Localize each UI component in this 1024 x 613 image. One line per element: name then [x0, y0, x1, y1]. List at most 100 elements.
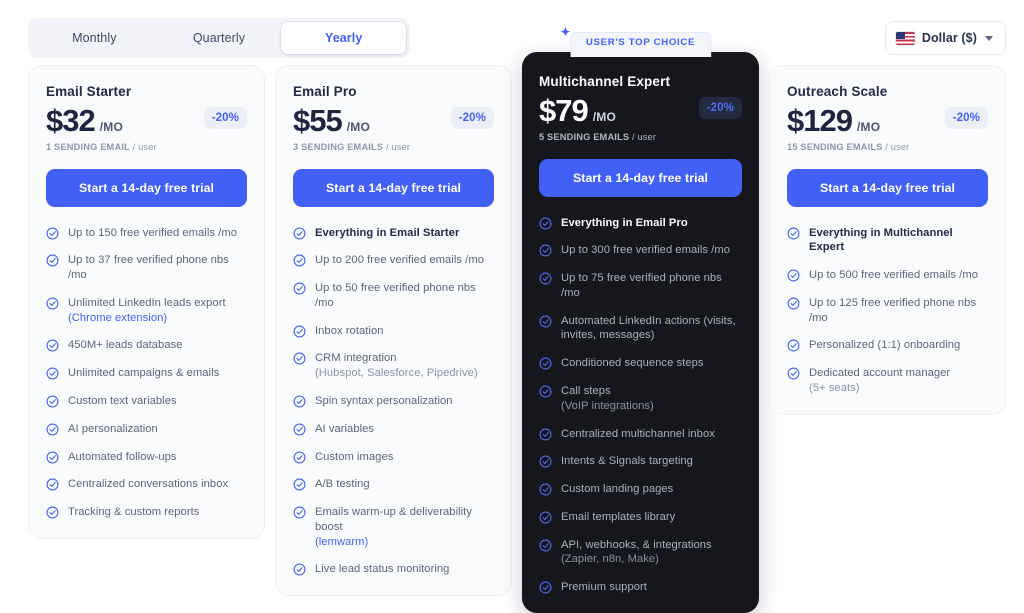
check-circle-icon: [539, 428, 552, 441]
feature-label: Custom text variables: [68, 395, 177, 408]
currency-selector[interactable]: Dollar ($): [884, 21, 1006, 55]
feature-item: Premium support: [539, 580, 742, 595]
feature-item: Everything in Email Starter: [293, 226, 494, 241]
feature-sublabel: (Chrome extension): [68, 311, 168, 324]
feature-label: Up to 200 free verified emails /mo: [315, 254, 484, 267]
feature-label: CRM integration (Hubspot, Salesforce, Pip…: [315, 352, 478, 380]
check-circle-icon: [787, 269, 800, 282]
start-free-trial-button[interactable]: Start a 14-day free trial: [539, 158, 742, 197]
feature-item: Centralized conversations inbox: [46, 477, 247, 492]
check-circle-icon: [787, 227, 800, 240]
feature-item: Live lead status monitoring: [293, 562, 494, 577]
billing-period-tabs[interactable]: Monthly Quarterly Yearly: [28, 18, 410, 58]
check-circle-icon: [46, 339, 59, 352]
discount-badge: -20%: [944, 107, 988, 129]
feature-sublabel: (VoIP integrations): [561, 399, 654, 412]
price-row: $32/MO -20%: [46, 103, 247, 138]
feature-label: 450M+ leads database: [68, 339, 183, 352]
plan-price-period: /MO: [592, 110, 616, 124]
pricing-card-email-starter: Email Starter $32/MO -20% 1 SENDING EMAIL /…: [28, 65, 265, 539]
feature-item: Personalized (1:1) onboarding: [787, 338, 988, 353]
feature-item: Unlimited campaigns & emails: [46, 366, 247, 381]
check-circle-icon: [293, 395, 306, 408]
feature-label: Centralized multichannel inbox: [561, 427, 715, 440]
feature-item: Up to 300 free verified emails /mo: [539, 243, 742, 258]
feature-item: Up to 125 free verified phone nbs /mo: [787, 296, 988, 326]
plan-price: $55: [293, 103, 343, 138]
check-circle-icon: [46, 395, 59, 408]
feature-label: Unlimited campaigns & emails: [68, 367, 220, 380]
check-circle-icon: [293, 254, 306, 267]
feature-item: Unlimited LinkedIn leads export (Chrome e…: [46, 296, 247, 326]
discount-badge: -20%: [450, 107, 494, 129]
check-circle-icon: [539, 385, 552, 398]
feature-label: Conditioned sequence steps: [561, 357, 704, 370]
feature-label: Personalized (1:1) onboarding: [809, 339, 961, 352]
billing-tab-quarterly[interactable]: Quarterly: [157, 22, 282, 54]
feature-item: Intents & Signals targeting: [539, 454, 742, 469]
plan-seats-line: 5 SENDING EMAILS / user: [539, 131, 657, 142]
billing-tab-yearly[interactable]: Yearly: [281, 22, 407, 54]
feature-label: Custom images: [315, 450, 394, 463]
feature-item: CRM integration (Hubspot, Salesforce, Pip…: [293, 351, 494, 381]
feature-item: Custom landing pages: [539, 482, 742, 497]
feature-item: Automated follow-ups: [46, 450, 247, 465]
billing-tab-monthly[interactable]: Monthly: [32, 22, 157, 54]
currency-label: Dollar ($): [921, 31, 977, 45]
feature-label: Email templates library: [561, 510, 676, 523]
check-circle-icon: [293, 325, 306, 338]
pricing-card-outreach-scale: Outreach Scale $129/MO -20% 15 SENDING EMAI…: [769, 65, 1006, 415]
feature-label: Up to 37 free verified phone nbs /mo: [68, 254, 229, 282]
feature-item: Centralized multichannel inbox: [539, 427, 742, 442]
start-free-trial-button[interactable]: Start a 14-day free trial: [787, 168, 988, 207]
feature-label: Up to 125 free verified phone nbs /mo: [809, 296, 977, 324]
feature-label: Emails warm-up & deliverability boost (le…: [315, 506, 472, 548]
feature-label: Everything in Email Starter: [315, 226, 460, 239]
check-circle-icon: [293, 282, 306, 295]
feature-item: Everything in Multichannel Expert: [787, 226, 988, 256]
check-circle-icon: [293, 227, 306, 240]
feature-item: 450M+ leads database: [46, 338, 247, 353]
price-row: $129/MO -20%: [787, 103, 988, 138]
feature-label: Spin syntax personalization: [315, 395, 453, 408]
price-row: $55/MO -20%: [293, 103, 494, 138]
price-row: $79/MO -20%: [539, 94, 742, 128]
feature-list: Everything in Multichannel Expert Up to 5…: [787, 226, 988, 396]
feature-label: Everything in Multichannel Expert: [809, 226, 953, 254]
feature-label: Automated follow-ups: [68, 450, 177, 463]
feature-label: Up to 50 free verified phone nbs /mo: [315, 282, 476, 309]
plan-name: Email Pro: [293, 84, 357, 99]
feature-item: Everything in Email Pro: [539, 216, 742, 231]
plan-price-period: /MO: [346, 120, 370, 134]
feature-label: Inbox rotation: [315, 324, 384, 337]
pricing-card-multichannel-expert: USER'S TOP CHOICE Multichannel Expert $79/…: [522, 26, 759, 613]
plan-seats-line: 15 SENDING EMAILS / user: [787, 141, 910, 152]
check-circle-icon: [539, 217, 552, 230]
check-circle-icon: [46, 478, 59, 491]
feature-item: API, webhooks, & integrations (Zapier, n8…: [539, 538, 742, 568]
plan-price: $129: [787, 103, 853, 138]
plan-price-period: /MO: [99, 120, 123, 134]
feature-label: AI variables: [315, 422, 375, 435]
feature-label: Intents & Signals targeting: [561, 455, 693, 468]
check-circle-icon: [539, 315, 552, 328]
check-circle-icon: [293, 564, 306, 576]
start-free-trial-button[interactable]: Start a 14-day free trial: [293, 168, 494, 207]
check-circle-icon: [46, 297, 59, 310]
check-circle-icon: [46, 506, 59, 519]
plan-name: Outreach Scale: [787, 84, 888, 99]
feature-item: Call steps (VoIP integrations): [539, 384, 742, 414]
feature-item: Email templates library: [539, 510, 742, 525]
check-circle-icon: [46, 423, 59, 436]
check-circle-icon: [539, 357, 552, 370]
feature-sublabel: (5+ seats): [809, 382, 860, 395]
feature-label: Up to 150 free verified emails /mo: [68, 226, 237, 239]
feature-item: Custom images: [293, 450, 494, 465]
check-circle-icon: [787, 339, 800, 352]
check-circle-icon: [293, 352, 306, 365]
feature-item: AI variables: [293, 422, 494, 437]
feature-label: Custom landing pages: [561, 483, 674, 496]
start-free-trial-button[interactable]: Start a 14-day free trial: [46, 168, 247, 207]
feature-item: Emails warm-up & deliverability boost (le…: [293, 505, 494, 549]
plan-price: $32: [46, 103, 96, 138]
